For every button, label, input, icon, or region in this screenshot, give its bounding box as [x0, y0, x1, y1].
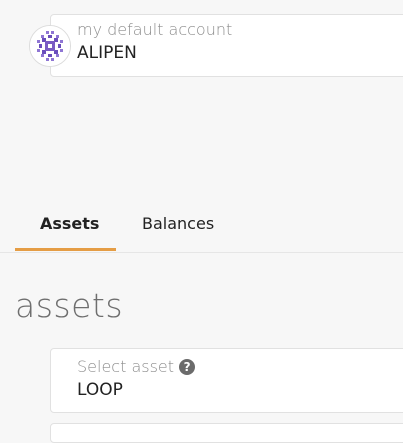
asset-select-value: LOOP [77, 380, 123, 400]
account-name: ALIPEN [77, 43, 137, 63]
asset-select-label-text: Select asset [77, 357, 175, 376]
section-title: assets [15, 286, 124, 325]
question-circle-icon[interactable]: ? [179, 359, 196, 375]
tab-assets[interactable]: Assets [40, 214, 99, 233]
account-card[interactable]: my default account ALIPEN [50, 14, 403, 77]
account-avatar-identicon-icon[interactable] [29, 25, 71, 67]
identicon-icon [30, 26, 70, 66]
tab-bar: Assets Balances [0, 200, 403, 253]
tab-balances[interactable]: Balances [142, 214, 214, 233]
active-tab-indicator [15, 248, 116, 251]
next-field-card[interactable] [50, 423, 403, 443]
account-label: my default account [77, 20, 233, 39]
asset-select[interactable]: Select asset? LOOP [50, 348, 403, 413]
asset-select-label: Select asset? [77, 357, 196, 376]
